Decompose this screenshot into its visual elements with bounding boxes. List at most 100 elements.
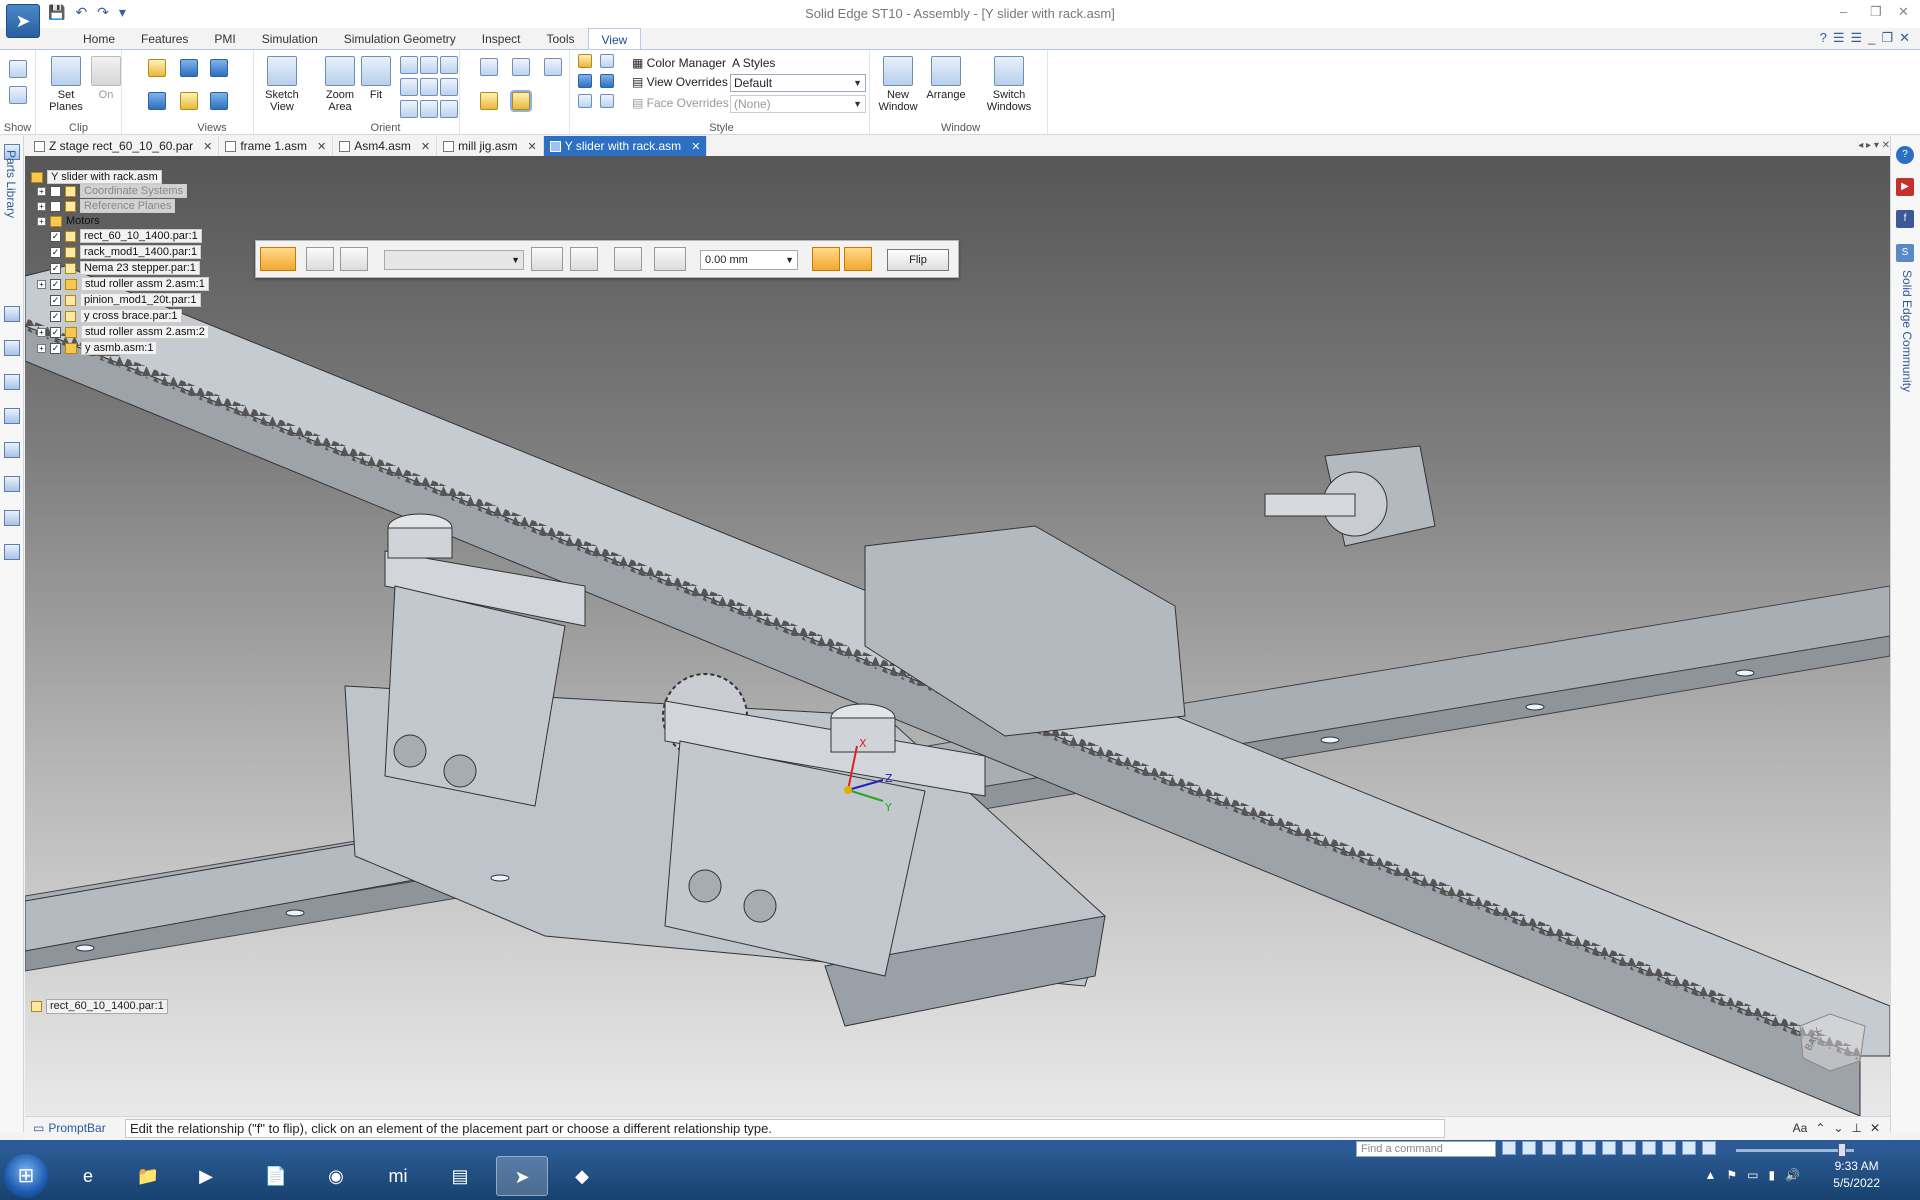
media-player-icon[interactable]: ▶ <box>180 1156 232 1196</box>
relationship-list-icon[interactable] <box>570 247 598 271</box>
sketch-orient-icon[interactable] <box>440 100 458 118</box>
bluestacks-icon[interactable]: ◆ <box>556 1156 608 1196</box>
sphere-icon[interactable] <box>600 74 614 88</box>
youtube-icon[interactable]: ▶ <box>1896 178 1914 196</box>
minimize-icon[interactable]: – <box>1840 4 1847 19</box>
arrange-button[interactable]: Arrange <box>924 56 968 101</box>
tree-item[interactable]: ✓ pinion_mod1_20t.par:1 <box>50 293 201 307</box>
tab-inspect[interactable]: Inspect <box>469 28 534 50</box>
doc-tab[interactable]: Asm4.asm ✕ <box>333 136 438 156</box>
select-tools-icon[interactable] <box>4 442 20 458</box>
tree-item[interactable]: ✓ rack_mod1_1400.par:1 <box>50 245 202 259</box>
rotate-icon[interactable] <box>1602 1141 1616 1155</box>
tree-item[interactable]: ✓ rect_60_10_1400.par:1 <box>50 229 202 243</box>
previous-view-icon[interactable] <box>400 100 418 118</box>
go-icon[interactable] <box>1502 1141 1516 1155</box>
network-icon[interactable]: ▭ <box>1747 1168 1758 1182</box>
tray-expand-icon[interactable]: ▲ <box>1704 1168 1716 1182</box>
view-icon-2[interactable] <box>180 59 198 77</box>
chevron-down-icon[interactable]: ⌄ <box>1833 1121 1843 1135</box>
rotate-icon[interactable] <box>812 247 840 271</box>
visibility-checkbox[interactable]: ✓ <box>50 310 61 322</box>
visibility-checkbox[interactable] <box>50 200 61 212</box>
visibility-checkbox[interactable]: ✓ <box>50 342 61 354</box>
visibility-checkbox[interactable]: ✓ <box>50 278 61 290</box>
rotate-icon[interactable] <box>440 56 458 74</box>
face-overrides-select[interactable]: (None) ▼ <box>730 95 866 113</box>
offset-value-input[interactable]: 0.00 mm ▼ <box>700 250 798 270</box>
close-icon[interactable]: ✕ <box>1898 4 1909 20</box>
assembly-model-render[interactable]: X Z Y BACK <box>25 156 1890 1116</box>
close-icon[interactable]: ✕ <box>203 140 212 153</box>
view-icon-4[interactable] <box>148 92 166 110</box>
community-tab[interactable]: Solid Edge Community <box>1900 270 1914 392</box>
close-icon[interactable]: ✕ <box>421 140 430 153</box>
doc-close-icon[interactable]: ✕ <box>1899 30 1910 46</box>
doc-tab[interactable]: mill jig.asm ✕ <box>437 136 544 156</box>
style-icon-3[interactable] <box>578 74 592 88</box>
configurations-icon[interactable] <box>4 544 20 560</box>
start-button[interactable]: ⊞ <box>4 1154 48 1198</box>
view-icon-3[interactable] <box>210 59 228 77</box>
shaded-edges-icon[interactable] <box>1662 1141 1676 1155</box>
tab-pmi[interactable]: PMI <box>201 28 248 50</box>
tab-tools[interactable]: Tools <box>534 28 588 50</box>
tree-item[interactable]: ✓ Nema 23 stepper.par:1 <box>50 261 200 275</box>
shaded-icon[interactable] <box>480 92 498 110</box>
community-icon[interactable]: S <box>1896 244 1914 262</box>
view-icon-5[interactable] <box>180 92 198 110</box>
zoom-slider-thumb[interactable] <box>1838 1143 1846 1157</box>
doc-restore-icon[interactable]: ❐ <box>1881 30 1893 46</box>
layout-icon-2[interactable]: ☰ <box>1851 30 1863 46</box>
shaded-icon[interactable] <box>1642 1141 1656 1155</box>
layout-icon[interactable]: ☰ <box>1833 30 1845 46</box>
action-center-icon[interactable]: ⚑ <box>1726 1168 1737 1182</box>
pan-icon[interactable] <box>420 56 438 74</box>
close-icon[interactable]: ✕ <box>527 140 536 153</box>
zoom-out-icon[interactable] <box>1702 1141 1716 1155</box>
visibility-checkbox[interactable]: ✓ <box>50 262 61 274</box>
expand-icon[interactable]: + <box>37 279 46 289</box>
view-style-icon[interactable] <box>1622 1141 1636 1155</box>
tab-features[interactable]: Features <box>128 28 201 50</box>
tab-simulation-geometry[interactable]: Simulation Geometry <box>331 28 469 50</box>
show-icon[interactable] <box>9 60 27 78</box>
close-icon[interactable]: ✕ <box>317 140 326 153</box>
iso-view-icon[interactable] <box>480 58 498 76</box>
winrar-icon[interactable]: ▤ <box>434 1156 486 1196</box>
dimetric-view-icon[interactable] <box>512 58 530 76</box>
restore-icon[interactable]: ❐ <box>1870 4 1882 20</box>
mi-app-icon[interactable]: mi <box>372 1156 424 1196</box>
pathfinder-icon[interactable] <box>4 306 20 322</box>
view-overrides-select[interactable]: Default ▼ <box>730 74 866 92</box>
tab-home[interactable]: Home <box>70 28 128 50</box>
fit-button[interactable]: Fit <box>354 56 398 101</box>
tab-simulation[interactable]: Simulation <box>249 28 331 50</box>
style-icon-5[interactable] <box>578 94 592 108</box>
set-planes-button[interactable]: Set Planes <box>44 56 88 113</box>
common-views-icon[interactable] <box>440 78 458 96</box>
doc-minimize-icon[interactable]: _ <box>1868 30 1875 46</box>
volume-icon[interactable]: 🔊 <box>1785 1168 1800 1182</box>
flip-button[interactable]: Flip <box>887 249 949 271</box>
tree-root[interactable]: Y slider with rack.asm <box>31 170 162 184</box>
sketch-view-button[interactable]: Sketch View <box>260 56 304 113</box>
doc-tab-active[interactable]: Y slider with rack.asm ✕ <box>543 136 708 156</box>
style-icon-2[interactable] <box>600 54 614 68</box>
font-size-icon[interactable]: Aa <box>1793 1121 1808 1135</box>
clock[interactable]: 9:33 AM 5/5/2022 <box>1833 1158 1880 1192</box>
show-all-icon[interactable] <box>9 86 27 104</box>
offset-type-icon[interactable] <box>654 247 686 271</box>
graphics-window[interactable]: X Z Y BACK Y slider with rack.asm + Coor… <box>25 156 1890 1116</box>
pin-icon[interactable]: ⊥ <box>1851 1121 1861 1135</box>
tree-item-reference-planes[interactable]: + Reference Planes <box>37 199 176 213</box>
style-icon-6[interactable] <box>600 94 614 108</box>
solid-edge-taskbar-icon[interactable]: ➤ <box>496 1156 548 1196</box>
relationship-types-icon[interactable] <box>531 247 563 271</box>
tree-item[interactable]: + ✓ stud roller assm 2.asm:2 <box>37 325 209 339</box>
file-explorer-icon[interactable]: 📁 <box>122 1156 174 1196</box>
visibility-checkbox[interactable]: ✓ <box>50 326 61 338</box>
named-views-icon[interactable] <box>420 100 438 118</box>
help-topic-icon[interactable] <box>4 408 20 424</box>
close-icon[interactable]: ✕ <box>691 140 700 153</box>
